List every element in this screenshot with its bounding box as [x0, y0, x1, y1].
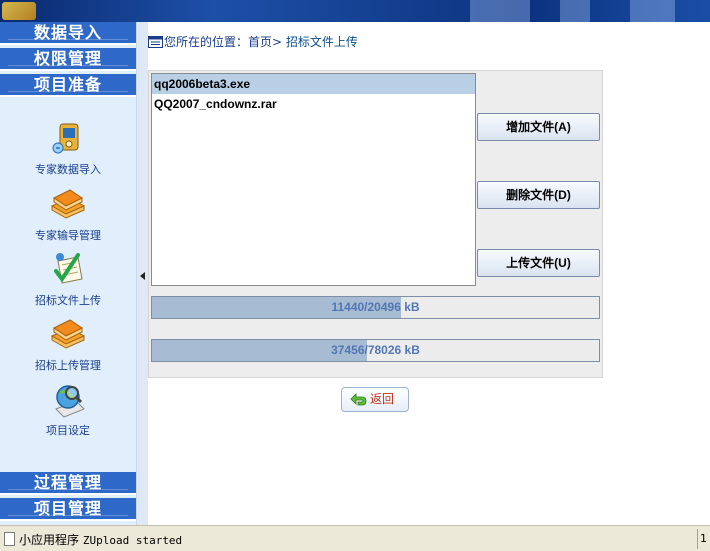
- progress-text: 37456/78026 kB: [331, 343, 420, 357]
- globe-magnifier-icon: [55, 385, 85, 418]
- menu-process-management[interactable]: 过程管理: [0, 472, 136, 495]
- breadcrumb-separator: >: [272, 35, 283, 49]
- sidebar-item-expert-guide-management[interactable]: 专家输导管理: [0, 184, 136, 243]
- sidebar-item-expert-data-import[interactable]: 专家数据导入: [0, 118, 136, 177]
- upload-file-button[interactable]: 上传文件(U): [477, 249, 600, 277]
- sidebar-item-tender-file-upload[interactable]: 招标文件上传: [0, 249, 136, 308]
- banner-logo-icon: [2, 2, 36, 20]
- window-icon: [148, 36, 163, 48]
- sidebar: 数据导入 权限管理 项目准备 专家数据导入 专家输导管理 招标文件上传 招标上传…: [0, 22, 136, 525]
- browser-page: 数据导入 权限管理 项目准备 专家数据导入 专家输导管理 招标文件上传 招标上传…: [0, 0, 710, 551]
- breadcrumb-prefix: 您所在的位置：: [164, 35, 249, 49]
- status-message: ZUpload started: [82, 534, 183, 547]
- breadcrumb: 您所在的位置：首页> 招标文件上传: [148, 33, 358, 51]
- status-text: 小应用程序 ZUpload started: [19, 531, 182, 548]
- upload-applet: qq2006beta3.exe QQ2007_cndownz.rar 增加文件(…: [148, 70, 603, 378]
- back-arrow-icon: [350, 393, 367, 406]
- menu-permission-management[interactable]: 权限管理: [0, 48, 136, 71]
- file-progress-bar: 11440/20496 kB: [151, 296, 600, 319]
- file-list-item[interactable]: qq2006beta3.exe: [152, 74, 475, 94]
- header-banner: [0, 0, 710, 22]
- upload-checklist-icon: [54, 253, 83, 284]
- status-zone: 1: [697, 529, 710, 549]
- menu-data-import[interactable]: 数据导入: [0, 22, 136, 45]
- back-label: 返回: [370, 392, 395, 406]
- progress-text: 11440/20496 kB: [331, 300, 420, 314]
- back-button[interactable]: 返回: [341, 387, 409, 412]
- delete-file-button[interactable]: 删除文件(D): [477, 181, 600, 209]
- total-progress-bar: 37456/78026 kB: [151, 339, 600, 362]
- banner-decoration: [470, 0, 530, 22]
- media-player-icon: [52, 123, 79, 154]
- banner-decoration: [560, 0, 590, 22]
- sidebar-item-label: 专家数据导入: [35, 163, 101, 176]
- book-stack-icon: [50, 319, 86, 349]
- sidebar-item-label: 专家输导管理: [35, 229, 101, 242]
- add-file-button[interactable]: 增加文件(A): [477, 113, 600, 141]
- sidebar-item-label: 项目设定: [46, 424, 90, 437]
- sidebar-item-tender-upload-management[interactable]: 招标上传管理: [0, 314, 136, 373]
- file-list[interactable]: qq2006beta3.exe QQ2007_cndownz.rar: [151, 73, 476, 286]
- breadcrumb-current: 招标文件上传: [285, 35, 358, 49]
- status-bar: 小应用程序 ZUpload started 1: [0, 525, 710, 551]
- book-stack-icon: [50, 189, 86, 219]
- banner-decoration: [630, 0, 675, 22]
- document-icon: [4, 532, 15, 546]
- sidebar-splitter[interactable]: [136, 22, 148, 525]
- sidebar-item-label: 招标文件上传: [35, 294, 101, 307]
- sidebar-item-label: 招标上传管理: [35, 359, 101, 372]
- menu-project-preparation[interactable]: 项目准备: [0, 74, 136, 97]
- file-list-item[interactable]: QQ2007_cndownz.rar: [152, 94, 475, 114]
- collapse-arrow-icon[interactable]: [140, 272, 145, 280]
- sidebar-item-project-settings[interactable]: 项目设定: [0, 379, 136, 438]
- menu-project-management[interactable]: 项目管理: [0, 498, 136, 521]
- status-label: 小应用程序: [19, 533, 80, 547]
- breadcrumb-home-link[interactable]: 首页: [248, 35, 272, 49]
